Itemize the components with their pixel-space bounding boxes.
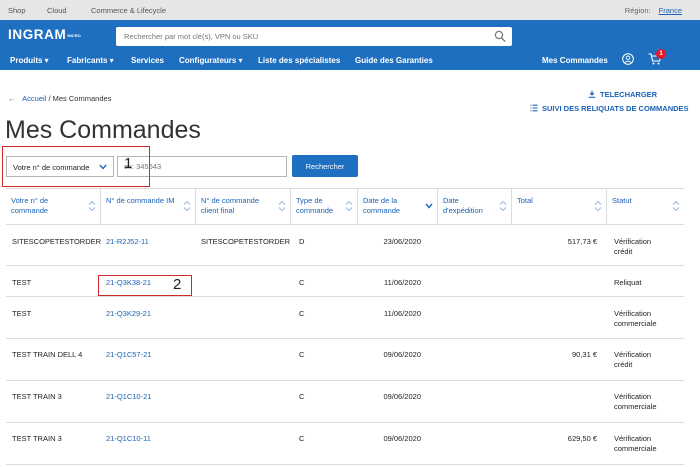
breadcrumb: ← Accueil / Mes Commandes bbox=[8, 94, 111, 103]
download-icon bbox=[588, 90, 596, 98]
column-header-label: Type de commande bbox=[296, 196, 334, 215]
column-header-status[interactable]: Statut bbox=[606, 189, 684, 224]
topbar-link-shop[interactable]: Shop bbox=[8, 6, 26, 15]
column-header-label: N° de commande IM bbox=[106, 196, 175, 205]
breadcrumb-home-link[interactable]: Accueil bbox=[22, 94, 46, 103]
cell-total: 629,50 € bbox=[567, 434, 597, 443]
sort-icon[interactable] bbox=[183, 200, 191, 212]
column-header-label: Total bbox=[517, 196, 533, 205]
cell-im-order[interactable]: 21-Q1C10-21 bbox=[106, 392, 151, 402]
cell-order-type: C bbox=[299, 350, 305, 359]
cell-order-type: C bbox=[299, 278, 305, 287]
nav-configurateurs[interactable]: Configurateurs ▾ bbox=[179, 56, 243, 65]
sort-icon[interactable] bbox=[88, 200, 96, 212]
column-header-order-date[interactable]: Date de la commande bbox=[357, 189, 437, 224]
nav-services[interactable]: Services bbox=[131, 56, 164, 65]
column-header-label: Statut bbox=[612, 196, 632, 205]
breadcrumb-separator: / bbox=[48, 94, 51, 103]
cell-status: Vérification commerciale bbox=[614, 309, 657, 328]
table-row[interactable]: TEST TRAIN 3 21-Q1C10-21 C 09/06/2020 Vérifi… bbox=[6, 381, 684, 423]
cell-your-order: TEST TRAIN 3 bbox=[12, 392, 62, 401]
cell-im-order[interactable]: 21-Q1C10-11 bbox=[106, 434, 151, 444]
utility-bar: Shop Cloud Commerce & Lifecycle Région: F… bbox=[0, 0, 700, 20]
column-header-ship-date[interactable]: Date d'expédition bbox=[437, 189, 511, 224]
topbar-link-cloud[interactable]: Cloud bbox=[47, 6, 67, 15]
download-button[interactable]: TELECHARGER bbox=[588, 90, 657, 99]
user-icon[interactable] bbox=[622, 53, 634, 65]
column-header-label: Date de la commande bbox=[363, 196, 401, 215]
cell-order-type: C bbox=[299, 392, 305, 401]
search-input[interactable] bbox=[124, 30, 484, 43]
main-header: INGRAMMICRO Produits ▾ Fabricants ▾ Serv… bbox=[0, 20, 700, 70]
cell-status: Vérification commerciale bbox=[614, 392, 657, 411]
sort-descending-icon[interactable] bbox=[425, 200, 433, 212]
sort-icon[interactable] bbox=[345, 200, 353, 212]
column-header-your-order[interactable]: Votre n° de commande bbox=[6, 189, 100, 224]
ingram-logo[interactable]: INGRAMMICRO bbox=[8, 27, 81, 42]
cart-count-badge: 1 bbox=[656, 49, 666, 59]
sort-icon[interactable] bbox=[594, 200, 602, 212]
cell-order-type: C bbox=[299, 309, 305, 318]
list-icon bbox=[530, 104, 538, 112]
column-header-end-customer-order[interactable]: N° de commande client final bbox=[195, 189, 290, 224]
orders-table-header: Votre n° de commande N° de commande IM N° d… bbox=[6, 188, 684, 225]
table-row[interactable]: TEST 21-Q3K38-21 C 11/06/2020 Reliquat bbox=[6, 266, 684, 297]
cell-status: Reliquat bbox=[614, 278, 642, 287]
cell-im-order[interactable]: 21-Q3K38-21 bbox=[106, 278, 151, 288]
breadcrumb-current: Mes Commandes bbox=[52, 94, 112, 103]
cell-status: Vérification commerciale bbox=[614, 434, 657, 453]
column-header-order-type[interactable]: Type de commande bbox=[290, 189, 357, 224]
cell-your-order: TEST TRAIN 3 bbox=[12, 434, 62, 443]
nav-liste-specialistes[interactable]: Liste des spécialistes bbox=[258, 56, 340, 65]
cell-order-date: 11/06/2020 bbox=[384, 309, 421, 318]
search-box bbox=[116, 27, 512, 46]
cell-your-order: TEST bbox=[12, 309, 32, 318]
cell-total: 90,31 € bbox=[571, 350, 597, 359]
sort-icon[interactable] bbox=[672, 200, 680, 212]
cell-order-date: 09/06/2020 bbox=[383, 434, 421, 443]
back-arrow-icon[interactable]: ← bbox=[8, 94, 16, 103]
annotation-number-1: 1 bbox=[124, 155, 133, 172]
cell-order-type: C bbox=[299, 434, 305, 443]
topbar-link-commerce-lifecycle[interactable]: Commerce & Lifecycle bbox=[91, 6, 166, 15]
page-title: Mes Commandes bbox=[5, 116, 201, 144]
cell-your-order: TEST bbox=[12, 278, 32, 287]
column-header-im-order[interactable]: N° de commande IM bbox=[100, 189, 195, 224]
my-orders-link[interactable]: Mes Commandes bbox=[542, 56, 608, 65]
region-value-link[interactable]: France bbox=[659, 6, 682, 15]
nav-guide-garanties[interactable]: Guide des Garanties bbox=[355, 56, 433, 65]
cell-im-order[interactable]: 21-Q3K29-21 bbox=[106, 309, 151, 319]
search-icon[interactable] bbox=[494, 30, 506, 43]
table-row[interactable]: SITESCOPETESTORDER 21-R2J52-11 SITESCOPETE… bbox=[6, 225, 684, 266]
cell-order-date: 23/06/2020 bbox=[383, 237, 421, 246]
cell-your-order: SITESCOPETESTORDER bbox=[12, 237, 102, 246]
sort-icon[interactable] bbox=[499, 200, 507, 212]
cell-order-type: D bbox=[299, 237, 305, 246]
cell-im-order[interactable]: 21-R2J52-11 bbox=[106, 237, 149, 247]
column-header-label: Votre n° de commande bbox=[11, 196, 49, 215]
cell-end-customer-order: SITESCOPETESTORDER bbox=[201, 237, 291, 246]
sort-icon[interactable] bbox=[278, 200, 286, 212]
cell-status: Vérification crédit bbox=[614, 237, 652, 256]
nav-produits[interactable]: Produits ▾ bbox=[10, 56, 49, 65]
column-header-total[interactable]: Total bbox=[511, 189, 606, 224]
table-row[interactable]: TEST TRAIN 3 21-Q1C10-11 C 09/06/2020 629,50… bbox=[6, 423, 684, 465]
cell-status: Vérification crédit bbox=[614, 350, 652, 369]
cell-order-date: 09/06/2020 bbox=[383, 392, 421, 401]
cell-im-order[interactable]: 21-Q1C57-21 bbox=[106, 350, 151, 360]
nav-fabricants[interactable]: Fabricants ▾ bbox=[67, 56, 114, 65]
region-label: Région: bbox=[624, 6, 651, 15]
cell-order-date: 11/06/2020 bbox=[384, 278, 421, 287]
table-row[interactable]: TEST 21-Q3K29-21 C 11/06/2020 Vérification co… bbox=[6, 297, 684, 339]
column-header-label: Date d'expédition bbox=[443, 196, 483, 215]
cell-your-order: TEST TRAIN DELL 4 bbox=[12, 350, 83, 359]
table-row[interactable]: TEST TRAIN DELL 4 21-Q1C57-21 C 09/06/2020 9… bbox=[6, 339, 684, 381]
search-button[interactable]: Rechercher bbox=[292, 155, 358, 177]
cell-order-date: 09/06/2020 bbox=[383, 350, 421, 359]
column-header-label: N° de commande client final bbox=[201, 196, 260, 215]
region-selector: Région: France bbox=[625, 6, 682, 15]
cell-total: 517,73 € bbox=[567, 237, 597, 246]
backorders-tracking-button[interactable]: SUIVI DES RELIQUATS DE COMMANDES bbox=[530, 104, 689, 113]
